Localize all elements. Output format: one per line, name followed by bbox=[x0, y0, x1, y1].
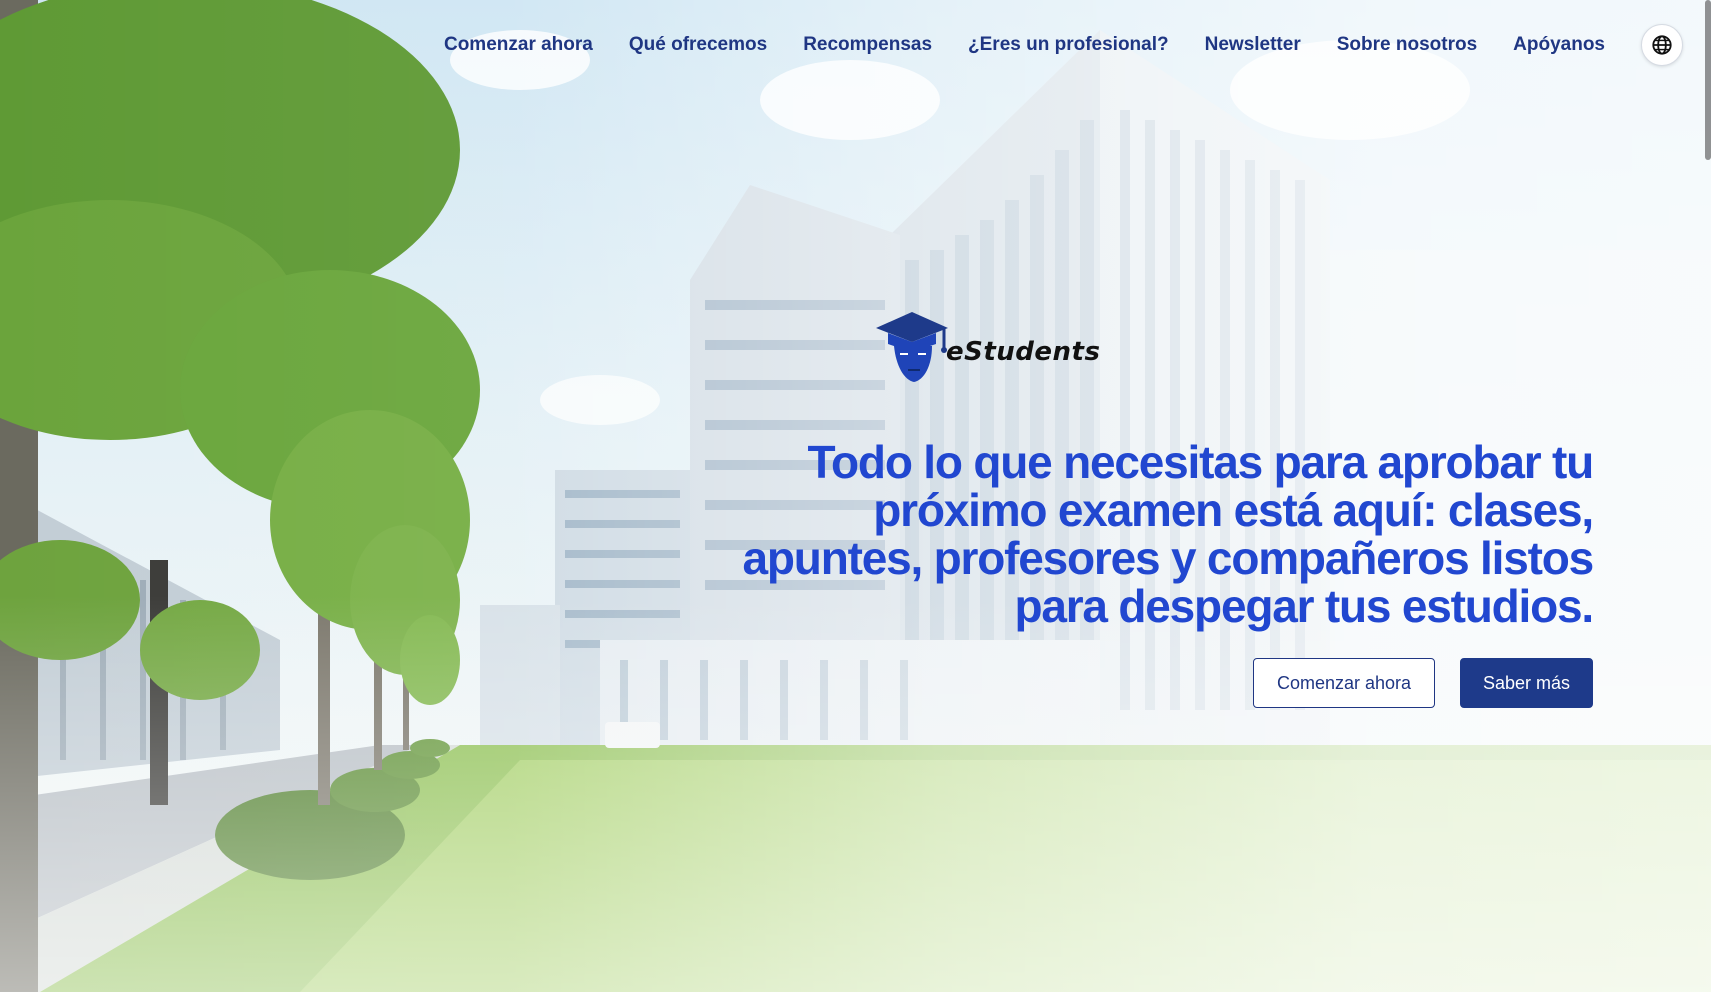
nav-link-recompensas[interactable]: Recompensas bbox=[803, 34, 932, 56]
nav-link-sobre-nosotros[interactable]: Sobre nosotros bbox=[1337, 34, 1477, 56]
nav-link-comenzar-ahora[interactable]: Comenzar ahora bbox=[444, 34, 593, 56]
globe-icon bbox=[1652, 35, 1672, 55]
scrollbar-thumb[interactable] bbox=[1705, 0, 1711, 160]
nav-link-que-ofrecemos[interactable]: Qué ofrecemos bbox=[629, 34, 767, 56]
main-navigation: Comenzar ahora Qué ofrecemos Recompensas… bbox=[444, 24, 1683, 66]
language-selector-button[interactable] bbox=[1641, 24, 1683, 66]
nav-link-eres-un-profesional[interactable]: ¿Eres un profesional? bbox=[968, 34, 1169, 56]
saber-mas-button[interactable]: Saber más bbox=[1460, 658, 1593, 708]
hero-headline: Todo lo que necesitas para aprobar tu pr… bbox=[742, 436, 1595, 632]
hero-section: Comenzar ahora Qué ofrecemos Recompensas… bbox=[0, 0, 1711, 992]
nav-link-newsletter[interactable]: Newsletter bbox=[1205, 34, 1301, 56]
graduation-cap-student-icon bbox=[876, 312, 948, 382]
logo-wordmark: eStudents bbox=[946, 337, 1101, 367]
comenzar-ahora-button[interactable]: Comenzar ahora bbox=[1253, 658, 1435, 708]
brand-logo[interactable]: eStudents bbox=[872, 308, 1100, 384]
nav-link-apoyanos[interactable]: Apóyanos bbox=[1513, 34, 1605, 56]
